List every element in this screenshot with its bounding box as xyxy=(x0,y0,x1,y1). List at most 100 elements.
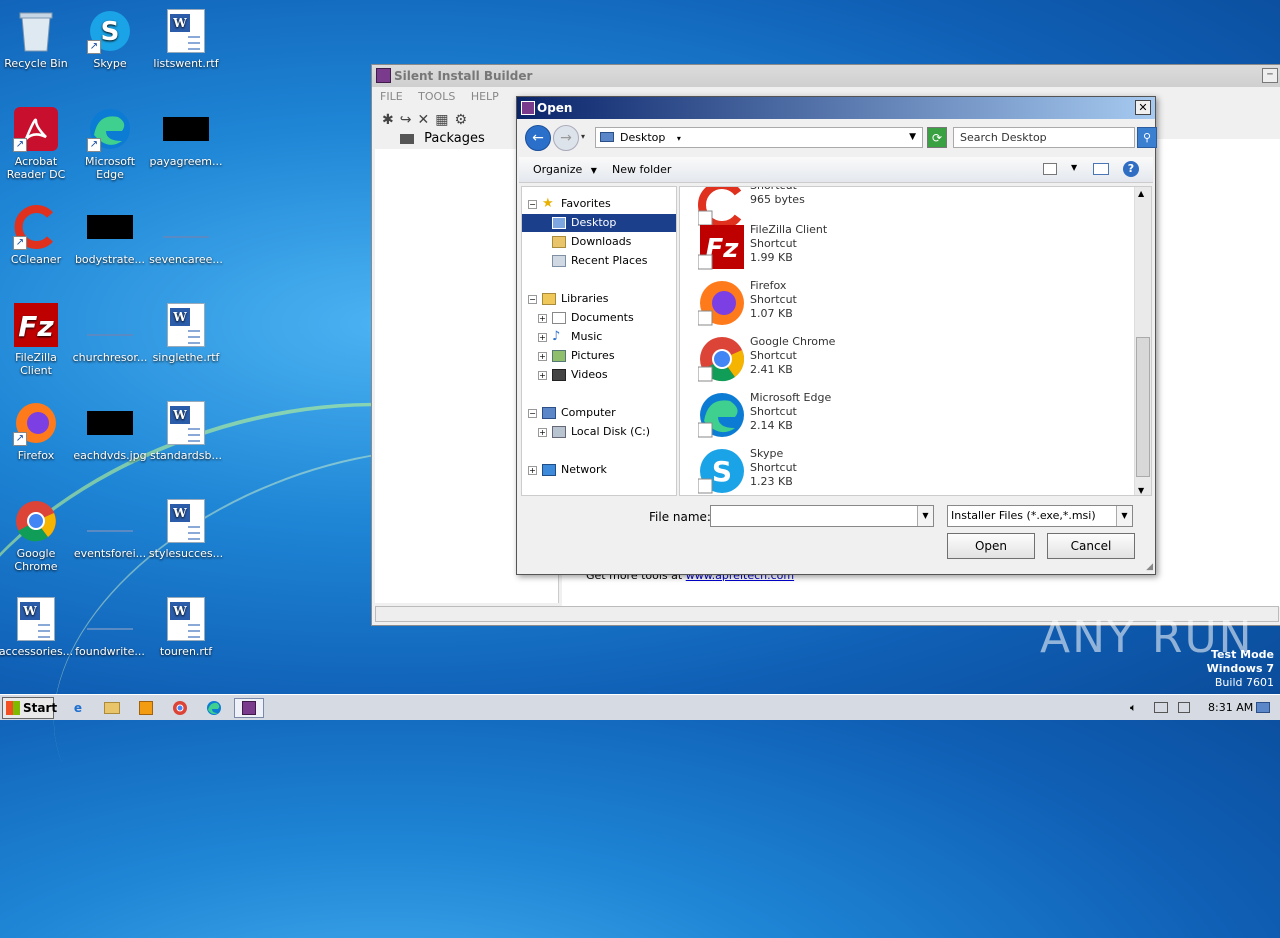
edge-taskbar-icon[interactable] xyxy=(202,698,226,718)
tree-computer[interactable]: − Computer xyxy=(528,404,616,422)
dialog-titlebar[interactable]: Open ✕ xyxy=(517,97,1155,119)
desktop-icon-firefox[interactable]: ↗ Firefox xyxy=(0,400,74,462)
search-input[interactable]: Search Desktop xyxy=(953,127,1135,148)
desktop-icon-edge[interactable]: ↗ Microsoft Edge xyxy=(72,106,148,181)
navigation-pane[interactable]: − ★ Favorites Desktop Downloads Recent Pla… xyxy=(521,186,677,496)
build-icon[interactable]: ▦ xyxy=(435,112,448,128)
desktop-icon-recycle-bin[interactable]: Recycle Bin xyxy=(0,8,74,70)
desktop-icon-singlethe[interactable]: W singlethe.rtf xyxy=(148,302,224,364)
recent-locations-dropdown[interactable]: ▾ xyxy=(581,132,585,141)
chevron-down-icon[interactable]: ▼ xyxy=(1116,506,1132,526)
media-player-icon[interactable] xyxy=(134,698,158,718)
desktop-icon-churchresor[interactable]: churchresor... xyxy=(72,302,148,364)
desktop-icon-payagreem[interactable]: payagreem... xyxy=(148,106,224,168)
collapse-icon[interactable]: − xyxy=(528,294,537,304)
menu-tools[interactable]: TOOLS xyxy=(418,90,455,103)
desktop-icon-foundwrite[interactable]: foundwrite... xyxy=(72,596,148,658)
tree-downloads[interactable]: Downloads xyxy=(552,233,631,251)
back-button[interactable]: ← xyxy=(525,125,551,151)
desktop-icon-ccleaner[interactable]: ↗ CCleaner xyxy=(0,204,74,266)
undo-icon[interactable]: ↪ xyxy=(400,112,412,128)
desktop-icon-stylesucces[interactable]: W stylesucces... xyxy=(148,498,224,560)
expand-icon[interactable]: + xyxy=(538,332,547,342)
app-close-button[interactable]: ─ xyxy=(1262,68,1278,83)
tree-desktop[interactable]: Desktop xyxy=(522,214,676,232)
file-list[interactable]: Shortcut965 bytes Fz FileZilla ClientSho… xyxy=(679,186,1152,496)
tree-recent-places[interactable]: Recent Places xyxy=(552,252,648,270)
file-type-filter[interactable]: Installer Files (*.exe,*.msi) ▼ xyxy=(947,505,1133,527)
tree-network[interactable]: + Network xyxy=(528,461,607,479)
tree-pictures[interactable]: + Pictures xyxy=(538,347,615,365)
scrollbar-thumb[interactable] xyxy=(1136,337,1150,477)
expand-icon[interactable]: + xyxy=(538,313,547,323)
desktop-icon-eventsforei[interactable]: eventsforei... xyxy=(72,498,148,560)
desktop-icon-listswent[interactable]: W listswent.rtf xyxy=(148,8,224,70)
tree-local-disk[interactable]: + Local Disk (C:) xyxy=(538,423,650,441)
app-titlebar[interactable]: Silent Install Builder ─ xyxy=(372,65,1280,87)
chevron-down-icon[interactable]: ▼ xyxy=(917,506,933,526)
menu-file[interactable]: FILE xyxy=(380,90,403,103)
help-icon[interactable]: ? xyxy=(1123,161,1139,177)
refresh-button[interactable]: ⟳ xyxy=(927,127,947,148)
desktop-icon-bodystrate[interactable]: bodystrate... xyxy=(72,204,148,266)
internet-explorer-icon[interactable]: e xyxy=(66,698,90,718)
tree-music[interactable]: + ♪ Music xyxy=(538,328,602,346)
new-folder-button[interactable]: New folder xyxy=(612,163,671,176)
file-item-skype[interactable]: S Skype Shortcut 1.23 KB xyxy=(696,447,996,495)
open-button[interactable]: Open xyxy=(947,533,1035,559)
file-list-scrollbar[interactable]: ▲ ▼ xyxy=(1134,187,1151,495)
chrome-taskbar-icon[interactable] xyxy=(168,698,192,718)
file-item-chrome[interactable]: Google Chrome Shortcut 2.41 KB xyxy=(696,335,996,391)
tree-videos[interactable]: + Videos xyxy=(538,366,608,384)
path-history-dropdown[interactable]: ▼ xyxy=(909,128,916,147)
desktop-icon-skype[interactable]: S ↗ Skype xyxy=(72,8,148,70)
desktop-icon-eachdvds[interactable]: eachdvds.jpg xyxy=(72,400,148,462)
desktop-icon-chrome[interactable]: Google Chrome xyxy=(0,498,74,573)
settings-gear-icon[interactable]: ⚙ xyxy=(454,112,467,128)
preview-pane-icon[interactable] xyxy=(1093,163,1109,175)
path-desktop[interactable]: Desktop xyxy=(620,131,665,144)
delete-icon[interactable]: ✕ xyxy=(417,112,429,128)
tree-documents[interactable]: + Documents xyxy=(538,309,634,327)
forward-button[interactable]: → xyxy=(553,125,579,151)
desktop-icon-filezilla[interactable]: Fz FileZilla Client xyxy=(0,302,74,377)
file-item-edge[interactable]: Microsoft Edge Shortcut 2.14 KB xyxy=(696,391,996,447)
file-item-filezilla[interactable]: Fz FileZilla Client Shortcut 1.99 KB xyxy=(696,223,996,279)
desktop-icon-acrobat[interactable]: ↗ Acrobat Reader DC xyxy=(0,106,74,181)
chevron-down-icon[interactable]: ▼ xyxy=(1071,163,1077,172)
clock[interactable]: 8:31 AM xyxy=(1208,701,1253,714)
expand-icon[interactable]: + xyxy=(538,427,547,437)
path-breadcrumb[interactable]: Desktop ▾ ▼ xyxy=(595,127,923,148)
tree-favorites[interactable]: − ★ Favorites xyxy=(528,195,611,213)
chevron-down-icon[interactable]: ▾ xyxy=(677,134,681,143)
show-desktop-icon[interactable] xyxy=(1256,702,1270,713)
desktop-icon-accessories[interactable]: W accessories... xyxy=(0,596,74,658)
volume-icon[interactable]: 🔈︎ xyxy=(1130,701,1137,715)
expand-icon[interactable]: + xyxy=(538,370,547,380)
desktop-icon-touren[interactable]: W touren.rtf xyxy=(148,596,224,658)
start-button[interactable]: Start xyxy=(2,697,57,719)
file-name-input[interactable]: ▼ xyxy=(710,505,934,527)
scroll-up-arrow-icon[interactable]: ▲ xyxy=(1138,189,1144,198)
new-package-icon[interactable]: ✱ xyxy=(382,112,394,128)
desktop-icon-sevencaree[interactable]: sevencaree... xyxy=(148,204,224,266)
menu-help[interactable]: HELP xyxy=(471,90,499,103)
scroll-down-arrow-icon[interactable]: ▼ xyxy=(1138,486,1144,495)
tree-libraries[interactable]: − Libraries xyxy=(528,290,609,308)
view-options-icon[interactable] xyxy=(1043,163,1057,175)
expand-icon[interactable]: + xyxy=(528,465,537,475)
file-item-firefox[interactable]: Firefox Shortcut 1.07 KB xyxy=(696,279,996,335)
resize-grip-icon[interactable]: ◢ xyxy=(1146,562,1153,572)
collapse-icon[interactable]: − xyxy=(528,408,537,418)
silent-install-builder-taskbar-icon[interactable] xyxy=(234,698,264,718)
desktop-icon-standardsb[interactable]: W standardsb... xyxy=(148,400,224,462)
open-dialog[interactable]: Open ✕ ← → ▾ Desktop ▾ ▼ ⟳ Search Deskto… xyxy=(516,96,1157,575)
file-explorer-icon[interactable] xyxy=(100,698,124,718)
cancel-button[interactable]: Cancel xyxy=(1047,533,1135,559)
search-icon[interactable]: ⚲ xyxy=(1137,127,1157,148)
collapse-icon[interactable]: − xyxy=(528,199,537,209)
security-flag-icon[interactable] xyxy=(1178,702,1190,713)
expand-icon[interactable]: + xyxy=(538,351,547,361)
network-tray-icon[interactable] xyxy=(1154,702,1168,713)
organize-button[interactable]: Organize ▼ xyxy=(533,163,597,176)
